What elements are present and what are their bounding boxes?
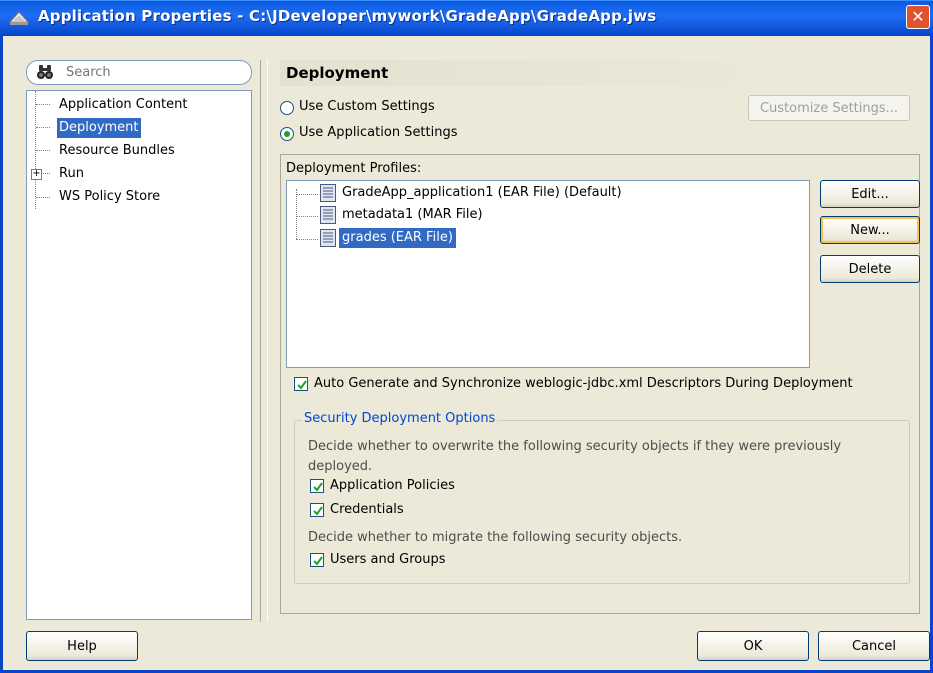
security-options-legend: Security Deployment Options <box>302 411 498 426</box>
overwrite-description: Decide whether to overwrite the followin… <box>308 439 842 474</box>
tree-line <box>36 197 50 198</box>
profile-item[interactable]: metadata1 (MAR File) <box>339 205 486 225</box>
users-and-groups-checkbox[interactable] <box>310 553 324 567</box>
credentials-checkbox[interactable] <box>310 503 324 517</box>
application-policies-label[interactable]: Application Policies <box>330 478 455 493</box>
profile-item[interactable]: GradeApp_application1 (EAR File) (Defaul… <box>339 183 625 203</box>
tree-line <box>296 194 318 195</box>
use-custom-settings-radio[interactable] <box>280 101 294 115</box>
archive-file-icon <box>320 229 336 247</box>
archive-file-icon <box>320 184 336 202</box>
auto-generate-checkbox[interactable] <box>294 377 308 391</box>
use-application-settings-radio[interactable] <box>280 127 294 141</box>
new-button[interactable]: New... <box>820 216 920 244</box>
cancel-button[interactable]: Cancel <box>818 631 930 661</box>
use-custom-settings-label[interactable]: Use Custom Settings <box>299 99 435 114</box>
application-policies-checkbox[interactable] <box>310 479 324 493</box>
search-input[interactable] <box>66 62 236 82</box>
deployment-profiles-list[interactable]: GradeApp_application1 (EAR File) (Defaul… <box>286 180 810 368</box>
splitter[interactable] <box>260 60 268 622</box>
credentials-label[interactable]: Credentials <box>330 502 404 517</box>
window-title: Application Properties - C:\JDeveloper\m… <box>38 7 657 25</box>
binoculars-icon <box>37 65 53 79</box>
deployment-profiles-label: Deployment Profiles: <box>286 161 422 176</box>
tree-line <box>296 216 318 217</box>
tree-line <box>36 104 50 105</box>
close-icon: ✕ <box>911 7 925 26</box>
radio-selected-dot <box>284 131 290 137</box>
archive-file-icon <box>320 206 336 224</box>
tree-line <box>41 173 50 174</box>
page-title: Deployment <box>280 60 838 86</box>
checkmark-icon <box>313 482 323 492</box>
nav-item-application-content[interactable]: Application Content <box>57 95 189 115</box>
edit-button[interactable]: Edit... <box>820 180 920 208</box>
nav-item-run[interactable]: Run <box>57 164 86 184</box>
close-button[interactable]: ✕ <box>906 5 930 29</box>
tree-line <box>296 189 297 239</box>
help-button[interactable]: Help <box>26 631 138 661</box>
migrate-description: Decide whether to migrate the following … <box>308 530 683 545</box>
checkmark-icon <box>313 556 323 566</box>
profile-item-selected[interactable]: grades (EAR File) <box>339 228 456 248</box>
delete-button[interactable]: Delete <box>820 255 920 283</box>
category-tree: + Application Content Deployment Resourc… <box>26 90 252 620</box>
nav-item-resource-bundles[interactable]: Resource Bundles <box>57 141 177 161</box>
nav-item-ws-policy-store[interactable]: WS Policy Store <box>57 187 162 207</box>
auto-generate-label[interactable]: Auto Generate and Synchronize weblogic-j… <box>314 376 853 391</box>
tree-line <box>36 150 50 151</box>
application-icon <box>8 11 30 25</box>
ok-button[interactable]: OK <box>697 631 809 661</box>
checkmark-icon <box>297 380 307 390</box>
nav-item-deployment[interactable]: Deployment <box>57 118 141 138</box>
users-and-groups-label[interactable]: Users and Groups <box>330 552 445 567</box>
expand-icon[interactable]: + <box>31 169 42 180</box>
customize-settings-button[interactable]: Customize Settings... <box>748 95 910 121</box>
tree-line <box>36 127 50 128</box>
use-application-settings-label[interactable]: Use Application Settings <box>299 125 458 140</box>
checkmark-icon <box>313 506 323 516</box>
tree-line <box>296 239 318 240</box>
